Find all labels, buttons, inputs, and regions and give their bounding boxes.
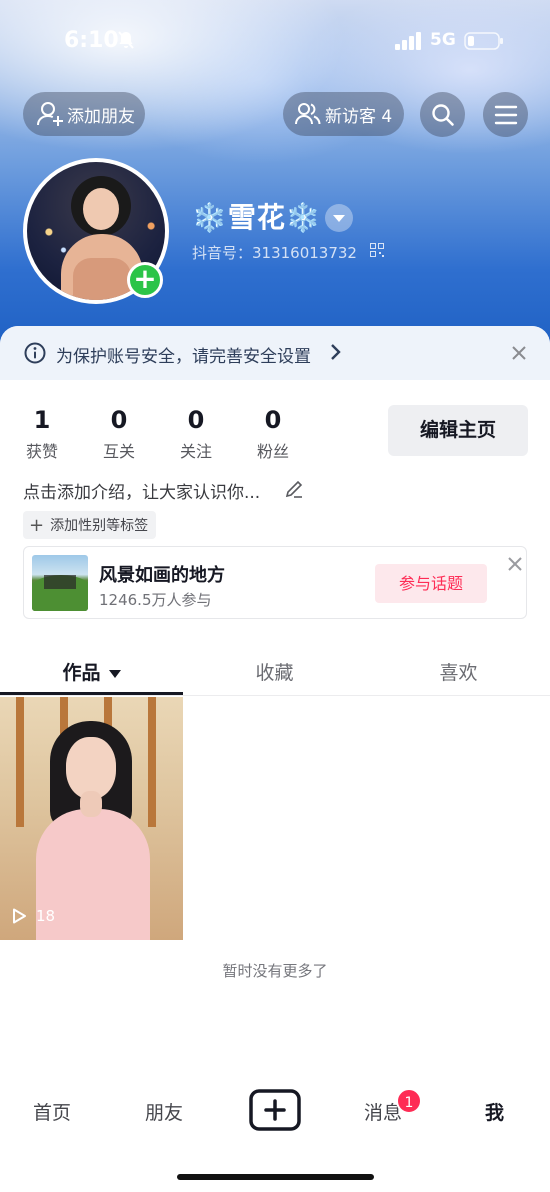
stat-label: 互关 <box>102 442 135 461</box>
info-icon <box>24 342 46 364</box>
tab-label: 收藏 <box>255 662 294 684</box>
add-tags-label: 添加性别等标签 <box>50 518 149 534</box>
messages-badge: 1 <box>396 1088 422 1114</box>
stat-likes[interactable]: 1 获赞 <box>17 406 67 462</box>
network-type: 5G <box>430 30 456 50</box>
bio-placeholder[interactable]: 点击添加介绍，让大家认识你... <box>23 478 260 503</box>
stat-label: 粉丝 <box>256 442 289 461</box>
add-user-icon <box>37 102 63 126</box>
add-friend-button[interactable]: 添加朋友 <box>23 92 145 136</box>
mute-bell-icon <box>118 31 134 49</box>
add-friend-label: 添加朋友 <box>67 106 135 127</box>
hamburger-menu-icon <box>494 105 517 124</box>
join-topic-button[interactable]: 参与话题 <box>375 564 487 603</box>
new-visitors-label: 新访客 4 <box>325 106 393 127</box>
video-person-hand <box>80 791 102 817</box>
close-icon[interactable] <box>506 555 524 573</box>
play-count-value: 18 <box>36 907 56 925</box>
tab-favorites[interactable]: 收藏 <box>183 658 366 685</box>
tab-works[interactable]: 作品 <box>0 658 183 685</box>
nickname[interactable]: ❄️雪花❄️ <box>192 196 322 236</box>
edit-profile-button[interactable]: 编辑主页 <box>388 405 528 456</box>
play-count: 18 <box>10 907 55 925</box>
status-time: 6:10 <box>64 28 119 53</box>
stat-mutual[interactable]: 0 互关 <box>94 406 144 462</box>
play-icon <box>13 908 26 924</box>
chevron-right-icon <box>331 344 341 360</box>
signal-icon <box>395 32 421 50</box>
active-tab-indicator <box>0 692 183 695</box>
visitors-icon <box>295 103 321 125</box>
create-plus-icon[interactable] <box>249 1089 301 1131</box>
tab-likes[interactable]: 喜欢 <box>367 658 550 685</box>
pencil-edit-icon[interactable] <box>284 479 304 499</box>
video-person-face <box>66 737 116 799</box>
thumbnail-caption-block <box>44 575 76 589</box>
avatar-dress <box>73 258 131 300</box>
stat-value: 1 <box>33 406 51 434</box>
video-thumbnail[interactable]: 18 <box>0 697 183 940</box>
background-slat <box>148 697 156 827</box>
plus-icon: + <box>29 514 45 536</box>
search-icon <box>431 103 454 126</box>
search-button[interactable] <box>420 92 465 137</box>
tab-label: 作品 <box>62 662 101 684</box>
stat-followers[interactable]: 0 粉丝 <box>248 406 298 462</box>
battery-icon <box>464 32 503 50</box>
topic-card[interactable]: 风景如画的地方 1246.5万人参与 参与话题 <box>23 546 527 619</box>
no-more-text: 暂时没有更多了 <box>222 962 328 980</box>
add-tags-button[interactable]: + 添加性别等标签 <box>23 511 157 539</box>
account-switch-chevron-down-icon[interactable] <box>325 204 353 232</box>
new-visitors-button[interactable]: 新访客 4 <box>283 92 404 136</box>
nav-friends[interactable]: 朋友 <box>145 1098 183 1125</box>
stat-value: 0 <box>110 406 128 434</box>
stat-value: 0 <box>264 406 282 434</box>
nav-home[interactable]: 首页 <box>33 1098 71 1125</box>
avatar-face <box>83 188 119 230</box>
content-tabs: 作品 收藏 喜欢 <box>0 646 550 696</box>
security-banner[interactable]: 为保护账号安全，请完善安全设置 <box>0 326 550 380</box>
nav-me[interactable]: 我 <box>485 1098 504 1125</box>
stat-value: 0 <box>187 406 205 434</box>
home-indicator <box>177 1174 374 1180</box>
background-slat <box>16 697 24 827</box>
tab-label: 喜欢 <box>439 662 478 684</box>
stat-following[interactable]: 0 关注 <box>171 406 221 462</box>
add-avatar-plus-icon[interactable]: + <box>127 262 163 298</box>
menu-button[interactable] <box>483 92 528 137</box>
topic-thumbnail <box>32 555 88 611</box>
close-icon[interactable] <box>510 344 528 362</box>
topic-participants: 1246.5万人参与 <box>99 591 212 609</box>
caret-down-icon <box>108 669 121 678</box>
topic-title: 风景如画的地方 <box>99 565 225 586</box>
status-bar: 6:10 5G <box>0 24 550 60</box>
stat-label: 关注 <box>179 442 212 461</box>
stat-label: 获赞 <box>25 442 58 461</box>
qr-code-icon[interactable] <box>370 243 384 257</box>
douyin-id: 抖音号：31316013732 <box>192 244 357 262</box>
security-banner-text: 为保护账号安全，请完善安全设置 <box>56 347 311 367</box>
